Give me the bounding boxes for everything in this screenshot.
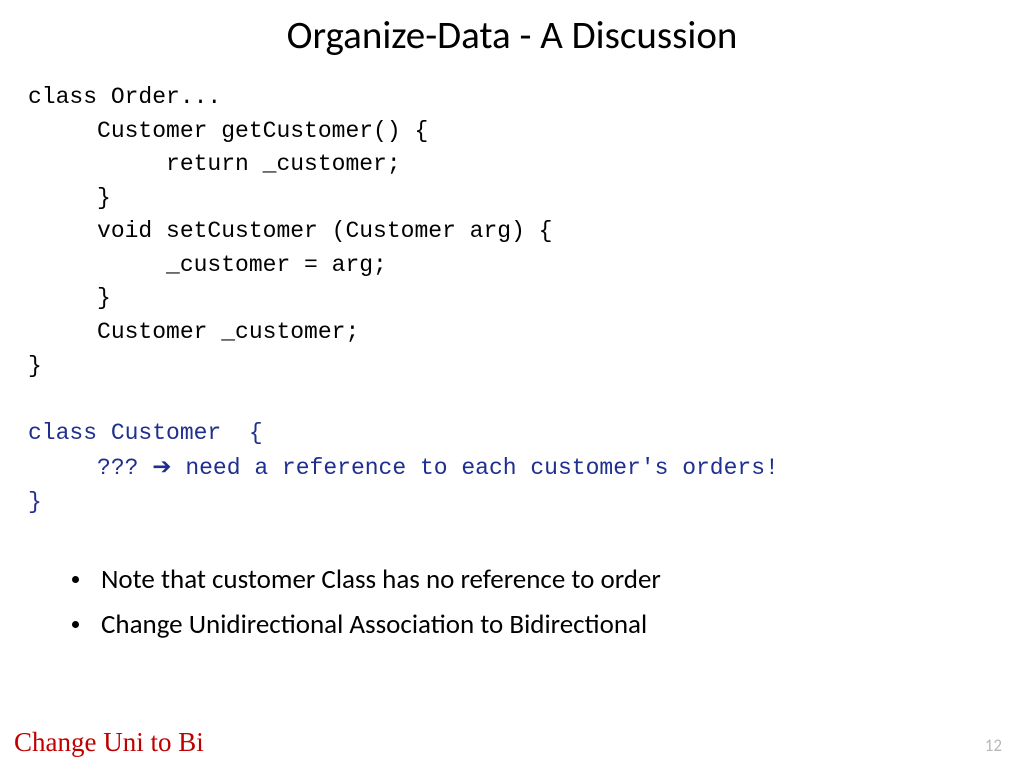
code-line: } — [28, 185, 111, 211]
code-line: Customer getCustomer() { — [28, 118, 428, 144]
slide-title: Organize-Data - A Discussion — [0, 12, 1024, 59]
page-number: 12 — [985, 735, 1002, 756]
bullet-icon — [72, 621, 79, 628]
code-line: return _customer; — [28, 151, 401, 177]
list-item: Note that customer Class has no referenc… — [72, 562, 1024, 597]
code-fragment: need a reference to each customer's orde… — [172, 455, 779, 481]
bullet-list: Note that customer Class has no referenc… — [72, 562, 1024, 642]
footer-label: Change Uni to Bi — [14, 727, 204, 758]
arrow-icon: ➔ — [152, 453, 171, 479]
bullet-text: Note that customer Class has no referenc… — [101, 562, 661, 597]
code-line-blue: ??? ➔ need a reference to each customer'… — [28, 455, 779, 481]
bullet-text: Change Unidirectional Association to Bid… — [101, 607, 647, 642]
code-line: _customer = arg; — [28, 252, 387, 278]
code-line: } — [28, 285, 111, 311]
code-line: } — [28, 353, 42, 379]
code-fragment: ??? — [28, 455, 152, 481]
code-line: Customer _customer; — [28, 319, 359, 345]
code-line-blue: } — [28, 489, 42, 515]
code-line-blue: class Customer { — [28, 420, 263, 446]
bullet-icon — [72, 576, 79, 583]
list-item: Change Unidirectional Association to Bid… — [72, 607, 1024, 642]
code-line: class Order... — [28, 84, 221, 110]
code-line: void setCustomer (Customer arg) { — [28, 218, 553, 244]
code-block: class Order... Customer getCustomer() { … — [28, 81, 1024, 520]
